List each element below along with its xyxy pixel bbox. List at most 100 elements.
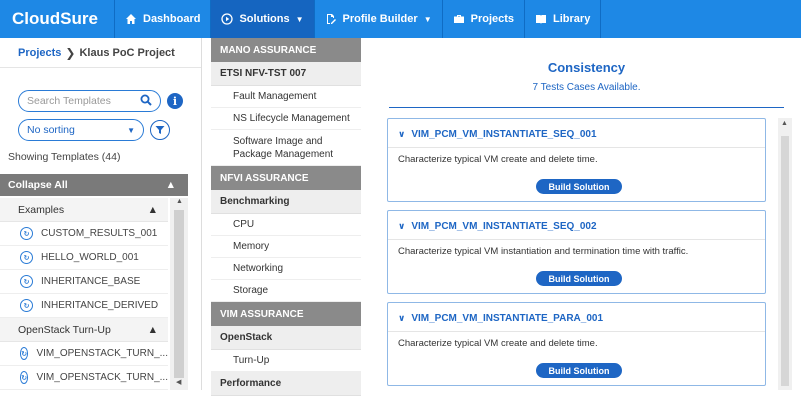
tree-group-openstack-turn-up[interactable]: OpenStack Turn-Up ▲	[0, 318, 168, 342]
scroll-up-arrow-icon[interactable]: ▲	[781, 120, 788, 127]
template-icon: ↻	[20, 251, 33, 264]
chevron-down-icon: ▼	[295, 14, 304, 24]
breadcrumb-current: Klaus PoC Project	[79, 46, 175, 59]
nav-projects-label: Projects	[470, 13, 515, 25]
chevron-right-icon: ❯	[65, 45, 76, 60]
menu-item-turn-up[interactable]: Turn-Up	[211, 350, 361, 372]
info-icon[interactable]: i	[167, 93, 183, 109]
templates-panel: Projects ❯ Klaus PoC Project Search Temp…	[0, 38, 202, 390]
template-icon: ↻	[20, 371, 29, 384]
collapse-all-button[interactable]: Collapse All ▲	[0, 174, 188, 196]
list-item-label: INHERITANCE_BASE	[41, 276, 141, 287]
list-item-label: HELLO_WORLD_001	[41, 252, 139, 263]
sort-select[interactable]: No sorting ▼	[18, 119, 144, 141]
test-card: ∨ VIM_PCM_VM_INSTANTIATE_PARA_001 Charac…	[387, 302, 766, 386]
nav-library[interactable]: Library	[525, 0, 602, 38]
menu-item-storage[interactable]: Storage	[211, 280, 361, 302]
list-item[interactable]: ↻ INHERITANCE_BASE	[0, 270, 168, 294]
solutions-menu: MANO ASSURANCE ETSI NFV-TST 007 Fault Ma…	[211, 38, 361, 396]
chevron-down-icon: ▼	[127, 125, 135, 135]
divider	[388, 239, 765, 240]
briefcase-icon	[453, 15, 464, 23]
content-panel: Consistency 7 Tests Cases Available. ∨ V…	[371, 38, 801, 390]
nav-projects[interactable]: Projects	[443, 0, 526, 38]
scrollbar-thumb[interactable]	[781, 136, 789, 386]
test-name: VIM_PCM_VM_INSTANTIATE_SEQ_002	[411, 221, 597, 232]
menu-item-fault-management[interactable]: Fault Management	[211, 86, 361, 108]
sort-value: No sorting	[27, 124, 75, 136]
scrollbar-thumb[interactable]	[174, 210, 184, 378]
list-item-label: CUSTOM_RESULTS_001	[41, 228, 158, 239]
chevron-down-icon: ▼	[423, 14, 432, 24]
list-item[interactable]: ↻ VIM_OPENSTACK_TURN_...	[0, 342, 168, 366]
top-nav-bar: CloudSure Dashboard Solutions ▼ Profile …	[0, 0, 801, 38]
test-name: VIM_PCM_VM_INSTANTIATE_PARA_001	[411, 313, 604, 324]
breadcrumb-projects[interactable]: Projects	[18, 47, 61, 59]
menu-item-software-image[interactable]: Software Image and Package Management	[211, 130, 361, 166]
template-tree: Examples ▲ ↻ CUSTOM_RESULTS_001 ↻ HELLO_WO…	[0, 198, 168, 390]
chevron-up-icon: ▲	[165, 179, 176, 191]
test-description: Characterize typical VM instantiation an…	[398, 246, 689, 257]
content-scrollbar[interactable]: ▲	[778, 118, 792, 390]
test-description: Characterize typical VM create and delet…	[398, 154, 598, 165]
scroll-up-arrow-icon[interactable]: ▲	[176, 198, 183, 205]
nav-dashboard-label: Dashboard	[143, 13, 201, 25]
menu-group-benchmarking[interactable]: Benchmarking	[211, 190, 361, 214]
search-input[interactable]: Search Templates	[18, 90, 161, 112]
filter-icon[interactable]	[150, 120, 170, 140]
menu-section-mano: MANO ASSURANCE	[211, 38, 361, 62]
menu-item-memory[interactable]: Memory	[211, 236, 361, 258]
test-card-header[interactable]: ∨ VIM_PCM_VM_INSTANTIATE_SEQ_001	[398, 129, 597, 140]
nav-profile-builder[interactable]: Profile Builder ▼	[315, 0, 443, 38]
menu-section-nfvi: NFVI ASSURANCE	[211, 166, 361, 190]
search-row: Search Templates i	[18, 90, 183, 112]
search-icon[interactable]	[140, 94, 152, 109]
test-name: VIM_PCM_VM_INSTANTIATE_SEQ_001	[411, 129, 597, 140]
menu-group-openstack[interactable]: OpenStack	[211, 326, 361, 350]
page-subtitle: 7 Tests Cases Available.	[532, 82, 641, 93]
tree-group-label: Examples	[18, 203, 65, 216]
templates-count: Showing Templates (44)	[8, 151, 121, 163]
list-item[interactable]: ↻ INHERITANCE_DERIVED	[0, 294, 168, 318]
list-item-label: VIM_OPENSTACK_TURN_...	[36, 372, 168, 383]
menu-item-ns-lifecycle[interactable]: NS Lifecycle Management	[211, 108, 361, 130]
build-solution-button[interactable]: Build Solution	[536, 363, 622, 378]
scroll-down-arrow-icon[interactable]: ◀	[176, 378, 181, 386]
test-description: Characterize typical VM create and delet…	[398, 338, 598, 349]
list-item[interactable]: ↻ HELLO_WORLD_001	[0, 246, 168, 270]
home-icon	[126, 14, 136, 24]
menu-item-networking[interactable]: Networking	[211, 258, 361, 280]
nav-dashboard[interactable]: Dashboard	[115, 0, 212, 38]
book-icon	[536, 15, 547, 24]
template-icon: ↻	[20, 275, 33, 288]
list-item-label: VIM_OPENSTACK_TURN_...	[36, 348, 168, 359]
build-solution-button[interactable]: Build Solution	[536, 271, 622, 286]
page-title: Consistency	[547, 60, 626, 75]
list-item[interactable]: ↻ CUSTOM_RESULTS_001	[0, 222, 168, 246]
list-item[interactable]: ↻ VIM_OPENSTACK_TURN_...	[0, 366, 168, 390]
nav-profile-builder-label: Profile Builder	[342, 13, 418, 25]
content-header: Consistency 7 Tests Cases Available.	[389, 38, 784, 108]
menu-section-vim: VIM ASSURANCE	[211, 302, 361, 326]
divider	[388, 331, 765, 332]
test-card-header[interactable]: ∨ VIM_PCM_VM_INSTANTIATE_PARA_001	[398, 313, 603, 324]
templates-scrollbar[interactable]: ▲ ◀	[170, 198, 188, 390]
profile-edit-icon	[326, 14, 336, 24]
nav-solutions-label: Solutions	[239, 13, 290, 25]
search-placeholder: Search Templates	[27, 95, 111, 107]
template-icon: ↻	[20, 227, 33, 240]
test-card: ∨ VIM_PCM_VM_INSTANTIATE_SEQ_001 Charact…	[387, 118, 766, 202]
app-logo[interactable]: CloudSure	[0, 0, 115, 38]
menu-group-etsi[interactable]: ETSI NFV-TST 007	[211, 62, 361, 86]
chevron-up-icon: ▲	[147, 203, 158, 216]
menu-item-cpu[interactable]: CPU	[211, 214, 361, 236]
chevron-down-icon: ∨	[398, 221, 406, 231]
test-card-header[interactable]: ∨ VIM_PCM_VM_INSTANTIATE_SEQ_002	[398, 221, 597, 232]
menu-group-performance[interactable]: Performance	[211, 372, 361, 396]
nav-library-label: Library	[553, 13, 591, 25]
list-item-label: INHERITANCE_DERIVED	[41, 300, 159, 311]
nav-solutions[interactable]: Solutions ▼	[211, 0, 315, 38]
build-solution-button[interactable]: Build Solution	[536, 179, 622, 194]
breadcrumb: Projects ❯ Klaus PoC Project	[0, 38, 201, 68]
tree-group-examples[interactable]: Examples ▲	[0, 198, 168, 222]
